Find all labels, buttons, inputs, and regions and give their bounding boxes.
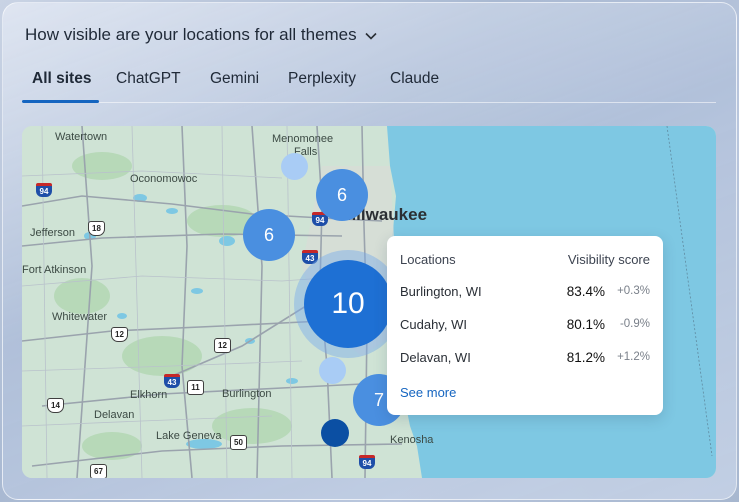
map-label-menomonee: Menomonee xyxy=(272,133,334,145)
popup-row[interactable]: Delavan, WI 81.2% +1.2% xyxy=(387,350,663,370)
visibility-score: 81.2% xyxy=(566,350,605,365)
interstate-43-shield: 43 xyxy=(164,374,180,388)
map-label-whitewater: Whitewater xyxy=(52,311,108,323)
location-name: Delavan, WI xyxy=(400,350,471,365)
interstate-94-shield: 94 xyxy=(359,455,375,469)
site-tabs: All sites ChatGPT Gemini Perplexity Clau… xyxy=(22,64,716,103)
map-label-watertown: Watertown xyxy=(55,131,108,143)
route-50-shield: 50 xyxy=(230,435,247,450)
route-11-shield: 11 xyxy=(187,380,204,395)
location-marker[interactable] xyxy=(319,357,346,384)
location-marker[interactable] xyxy=(281,153,308,180)
popup-header-visibility-score: Visibility score xyxy=(567,252,650,267)
location-cluster[interactable]: 6 xyxy=(316,169,368,221)
active-tab-indicator xyxy=(22,100,99,103)
card-title: How visible are your locations for all t… xyxy=(25,24,357,44)
map-label-lake-geneva: Lake Geneva xyxy=(156,430,222,442)
popup-row[interactable]: Cudahy, WI 80.1% -0.9% xyxy=(387,317,663,337)
interstate-43-shield: 43 xyxy=(302,250,318,264)
map-label-oconomowoc: Oconomowoc xyxy=(130,173,198,185)
score-delta: -0.9% xyxy=(619,318,650,330)
location-cluster[interactable]: 6 xyxy=(243,209,295,261)
map-label-burlington: Burlington xyxy=(222,388,272,400)
see-more-link[interactable]: See more xyxy=(400,385,456,400)
chevron-down-icon xyxy=(365,25,377,45)
map-label-fort-atkinson: Fort Atkinson xyxy=(22,264,87,276)
tab-claude[interactable]: Claude xyxy=(390,70,439,88)
us-route-18-shield: 18 xyxy=(88,221,105,236)
location-name: Burlington, WI xyxy=(400,284,482,299)
visibility-score: 80.1% xyxy=(566,317,605,332)
popup-header-locations: Locations xyxy=(400,252,456,267)
location-cluster-large[interactable]: 10 xyxy=(304,260,392,348)
visibility-score: 83.4% xyxy=(566,284,605,299)
locations-popup: Locations Visibility score Burlington, W… xyxy=(387,236,663,415)
tab-all-sites[interactable]: All sites xyxy=(32,70,91,88)
tab-perplexity[interactable]: Perplexity xyxy=(288,70,356,88)
popup-row[interactable]: Burlington, WI 83.4% +0.3% xyxy=(387,284,663,304)
location-name: Cudahy, WI xyxy=(400,317,467,332)
map-label-jefferson: Jefferson xyxy=(30,227,76,239)
score-delta: +0.3% xyxy=(617,285,650,297)
map-label-elkhorn: Elkhorn xyxy=(130,389,168,401)
map-label-kenosha: Kenosha xyxy=(390,434,434,446)
tab-gemini[interactable]: Gemini xyxy=(210,70,259,88)
interstate-94-shield: 94 xyxy=(36,183,52,197)
us-route-14-shield: 14 xyxy=(47,398,64,413)
route-12-shield: 12 xyxy=(214,338,231,353)
us-route-12-shield: 12 xyxy=(111,327,128,342)
themes-dropdown[interactable]: How visible are your locations for all t… xyxy=(25,24,377,45)
score-delta: +1.2% xyxy=(617,351,650,363)
tab-chatgpt[interactable]: ChatGPT xyxy=(116,70,181,88)
map-label-delavan: Delavan xyxy=(94,409,135,421)
route-67-shield: 67 xyxy=(90,464,107,478)
location-marker-selected[interactable] xyxy=(321,419,349,447)
